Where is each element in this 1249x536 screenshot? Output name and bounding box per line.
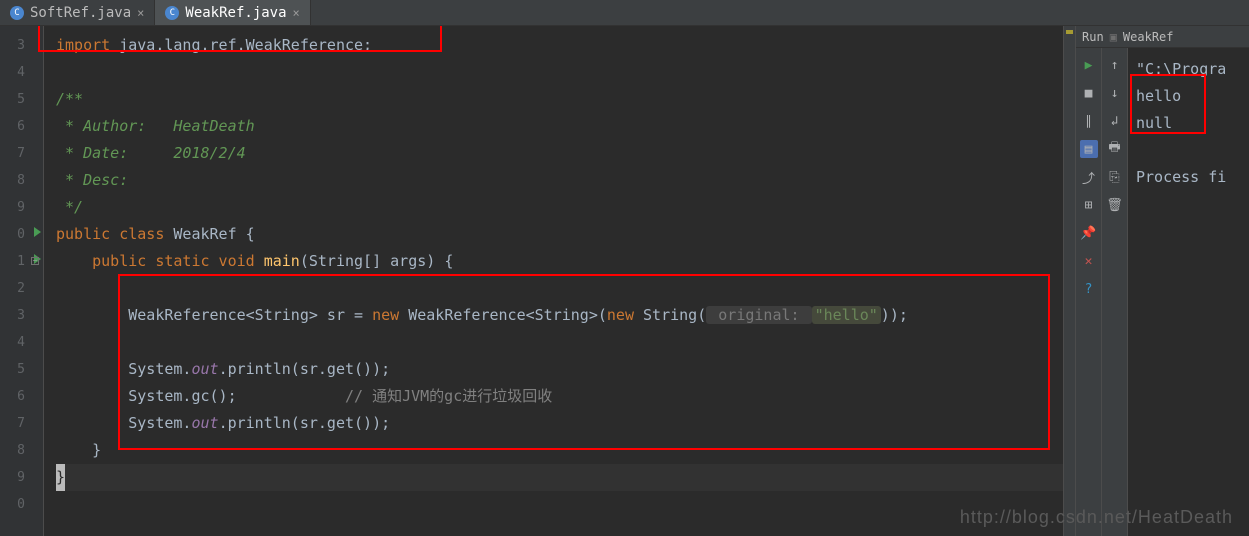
code-line (56, 275, 1063, 302)
editor-scrollbar[interactable] (1063, 26, 1075, 536)
clear-button[interactable]: 🗑 (1106, 196, 1124, 214)
console-line: null (1136, 110, 1241, 137)
code-line: * Desc: (56, 167, 1063, 194)
code-line: System.out.println(sr.get()); (56, 410, 1063, 437)
main-split: 3 4 5 6 7 8 9 0 1− 2 3 4 5 6 7 8 9 0 imp… (0, 26, 1249, 536)
run-body: ▶ ■ ∥ ▤ ⤴ ⊞ 📌 ✕ ? ↑ ↓ ↲ 🖶 ⎘ 🗑 "C:\Progra (1076, 48, 1249, 536)
warning-marker[interactable] (1066, 30, 1073, 34)
code-line: System.out.println(sr.get()); (56, 356, 1063, 383)
tab-label: WeakRef.java (185, 5, 286, 21)
line-number: 9 (0, 194, 43, 221)
line-number: 1− (0, 248, 43, 275)
dump-button[interactable]: ⊞ (1080, 196, 1098, 214)
console-line: Process fi (1136, 164, 1241, 191)
fold-icon[interactable]: − (31, 257, 39, 265)
down-button[interactable]: ↓ (1106, 84, 1124, 102)
pin-icon[interactable]: ▣ (1110, 30, 1117, 44)
exit-button[interactable]: ⤴ (1080, 168, 1098, 186)
line-number: 7 (0, 140, 43, 167)
code-line: } (56, 464, 1063, 491)
layout-button[interactable]: ▤ (1080, 140, 1098, 158)
line-number: 8 (0, 437, 43, 464)
code-editor[interactable]: import java.lang.ref.WeakReference; /** … (44, 26, 1063, 536)
parameter-hint: original: (706, 306, 811, 324)
line-number: 4 (0, 59, 43, 86)
console-line: hello (1136, 83, 1241, 110)
console-line: "C:\Progra (1136, 56, 1241, 83)
code-line: } (56, 437, 1063, 464)
line-number: 0 (0, 221, 43, 248)
run-toolbar-left: ▶ ■ ∥ ▤ ⤴ ⊞ 📌 ✕ ? (1076, 48, 1102, 536)
rerun-button[interactable]: ▶ (1080, 56, 1098, 74)
editor-tabs: C SoftRef.java × C WeakRef.java × (0, 0, 1249, 26)
code-line: public static void main(String[] args) { (56, 248, 1063, 275)
help-button[interactable]: ? (1080, 280, 1098, 298)
run-config-name: WeakRef (1123, 30, 1174, 44)
line-number: 2 (0, 275, 43, 302)
up-button[interactable]: ↑ (1106, 56, 1124, 74)
line-number: 3 (0, 32, 43, 59)
line-number: 5 (0, 86, 43, 113)
code-line: import java.lang.ref.WeakReference; (56, 32, 1063, 59)
code-line: * Date: 2018/2/4 (56, 140, 1063, 167)
filter-button[interactable]: ⎘ (1106, 168, 1124, 186)
run-title: Run (1082, 30, 1104, 44)
code-line (56, 59, 1063, 86)
pause-button[interactable]: ∥ (1080, 112, 1098, 130)
console-output[interactable]: "C:\Progra hello null Process fi (1128, 48, 1249, 536)
line-number: 8 (0, 167, 43, 194)
code-line: /** (56, 86, 1063, 113)
code-line: WeakReference<String> sr = new WeakRefer… (56, 302, 1063, 329)
java-class-icon: C (165, 6, 179, 20)
line-number: 3 (0, 302, 43, 329)
stop-button[interactable]: ■ (1080, 84, 1098, 102)
console-line (1136, 137, 1241, 164)
code-line (56, 491, 1063, 518)
run-gutter-icon[interactable] (34, 227, 41, 237)
line-number: 4 (0, 329, 43, 356)
tab-label: SoftRef.java (30, 5, 131, 21)
code-line: */ (56, 194, 1063, 221)
run-header: Run ▣ WeakRef (1076, 26, 1249, 48)
code-line: System.gc(); // 通知JVM的gc进行垃圾回收 (56, 383, 1063, 410)
code-line (56, 329, 1063, 356)
close-icon[interactable]: × (137, 6, 144, 20)
line-number: 7 (0, 410, 43, 437)
pin-button[interactable]: 📌 (1080, 224, 1098, 242)
editor-pane: 3 4 5 6 7 8 9 0 1− 2 3 4 5 6 7 8 9 0 imp… (0, 26, 1075, 536)
print-button[interactable]: 🖶 (1106, 140, 1124, 158)
line-number: 6 (0, 383, 43, 410)
caret: } (56, 464, 65, 491)
line-number: 5 (0, 356, 43, 383)
code-line: * Author: HeatDeath (56, 113, 1063, 140)
line-number: 0 (0, 491, 43, 518)
run-tool-window: Run ▣ WeakRef ▶ ■ ∥ ▤ ⤴ ⊞ 📌 ✕ ? ↑ ↓ ↲ 🖶 … (1075, 26, 1249, 536)
gutter: 3 4 5 6 7 8 9 0 1− 2 3 4 5 6 7 8 9 0 (0, 26, 44, 536)
wrap-button[interactable]: ↲ (1106, 112, 1124, 130)
tab-weakref[interactable]: C WeakRef.java × (155, 0, 310, 25)
line-number: 6 (0, 113, 43, 140)
close-icon[interactable]: × (293, 6, 300, 20)
run-toolbar-right: ↑ ↓ ↲ 🖶 ⎘ 🗑 (1102, 48, 1128, 536)
watermark: http://blog.csdn.net/HeatDeath (960, 507, 1233, 528)
tab-softref[interactable]: C SoftRef.java × (0, 0, 155, 25)
close-button[interactable]: ✕ (1080, 252, 1098, 270)
java-class-icon: C (10, 6, 24, 20)
line-number: 9 (0, 464, 43, 491)
code-line: public class WeakRef { (56, 221, 1063, 248)
